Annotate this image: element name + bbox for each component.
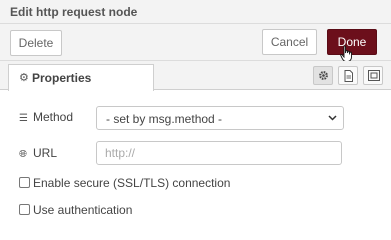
chevron-down-icon [328,115,337,121]
dialog-title-bar: Edit http request node [0,0,391,24]
tab-settings-button[interactable] [313,66,333,85]
dialog-toolbar: Delete Cancel Done [0,24,391,61]
list-icon: ☰ [19,113,28,124]
tab-properties-label: Properties [32,71,92,85]
appearance-icon [368,70,380,81]
auth-checkbox-label: Use authentication [33,203,133,217]
tab-bar: ⚙ Properties [0,61,391,91]
gear-icon [319,71,328,80]
dialog-title: Edit http request node [10,5,138,19]
method-select[interactable]: - set by msg.method - [96,106,344,130]
tab-description-button[interactable] [338,66,358,85]
gear-icon: ⚙ [19,72,29,84]
method-label: ☰ Method [19,110,73,124]
globe-icon: 🌐︎ [19,149,27,160]
tab-properties[interactable]: ⚙ Properties [8,64,154,91]
url-input[interactable] [96,141,342,165]
method-label-text: Method [33,110,74,124]
tab-appearance-button[interactable] [363,66,383,85]
cancel-button[interactable]: Cancel [262,29,317,55]
delete-button[interactable]: Delete [10,30,62,56]
url-label: 🌐︎ URL [19,146,57,160]
auth-checkbox[interactable] [19,204,30,215]
tls-checkbox-label: Enable secure (SSL/TLS) connection [33,176,231,190]
method-selected-value: - set by msg.method - [106,112,223,126]
tls-checkbox[interactable] [19,177,30,188]
description-icon [344,70,353,82]
url-label-text: URL [33,146,58,160]
